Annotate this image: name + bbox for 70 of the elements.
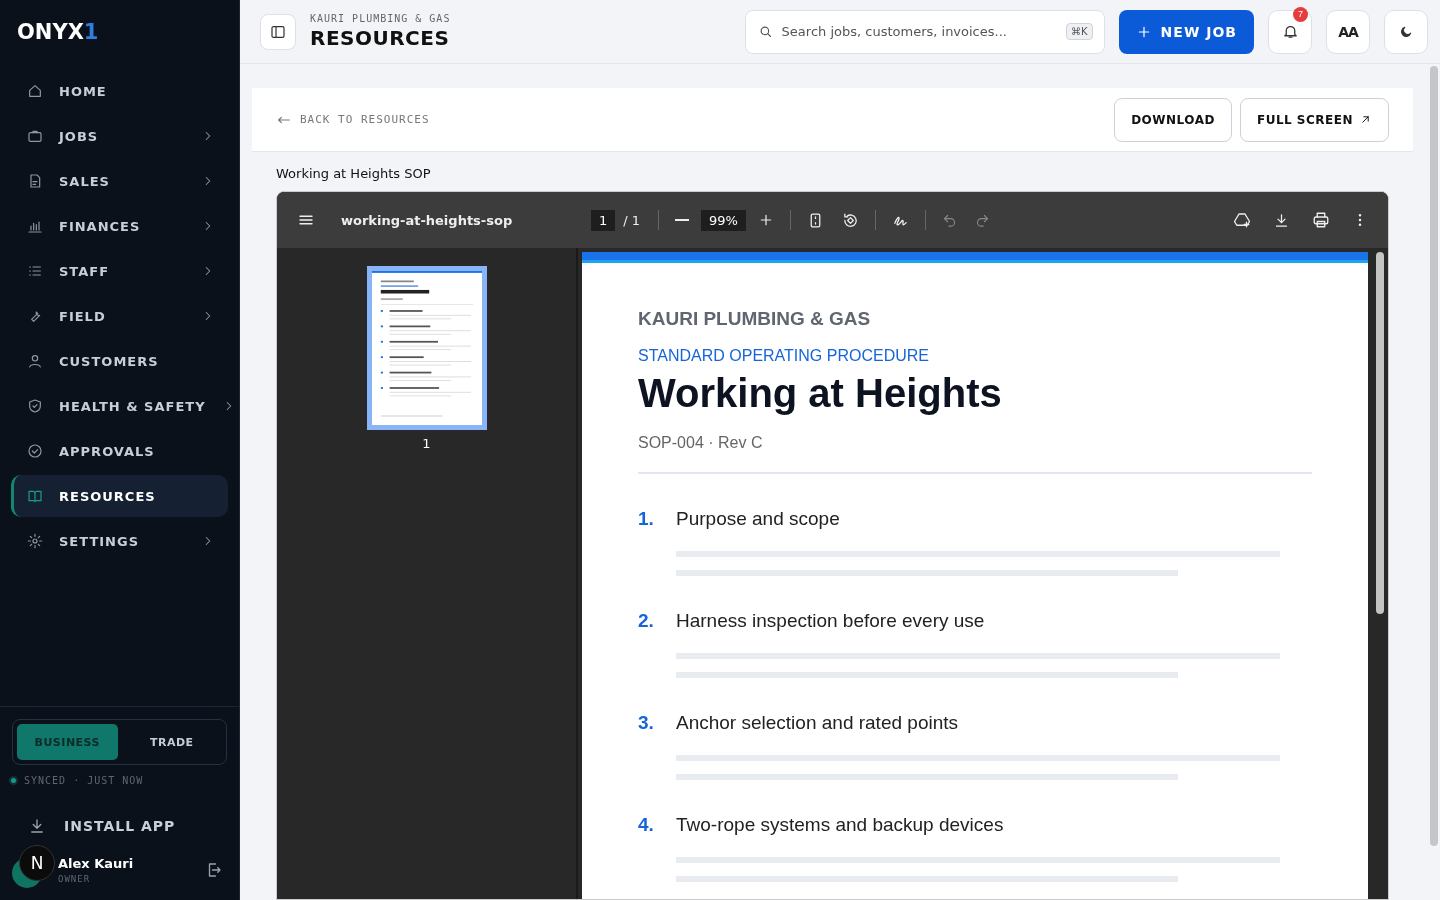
notifications-button[interactable]: 7	[1268, 9, 1312, 54]
document-type: STANDARD OPERATING PROCEDURE	[638, 347, 930, 365]
page-total: / 1	[623, 212, 641, 228]
plus-icon	[758, 212, 774, 228]
section-number: 3.	[638, 712, 655, 734]
section-title: Harness inspection before every use	[676, 610, 985, 632]
nav-item[interactable]: FIELD	[11, 295, 228, 337]
undo-icon	[942, 212, 957, 228]
nav-item[interactable]: RESOURCES	[11, 475, 228, 517]
bell-icon	[1281, 23, 1299, 40]
document-title: Working at Heights SOP	[275, 165, 432, 183]
document-icon	[27, 173, 43, 189]
back-link[interactable]: BACK TO RESOURCES	[276, 111, 430, 128]
nav-item[interactable]: FINANCES	[11, 205, 228, 247]
check-circle-icon	[27, 443, 43, 459]
section-number: 2.	[638, 610, 655, 632]
gear-icon	[27, 533, 43, 549]
text-size-button[interactable]: AA	[1326, 9, 1370, 54]
list-icon	[27, 263, 43, 279]
zoom-field[interactable]: 99%	[701, 209, 746, 231]
nav-item[interactable]: SALES	[11, 160, 228, 202]
full-screen-button[interactable]: FULL SCREEN	[1239, 97, 1389, 142]
install-app-link[interactable]: INSTALL APP	[12, 808, 227, 844]
shield-icon	[27, 398, 43, 414]
user-name: Alex Kauri	[58, 856, 135, 871]
download-icon	[28, 817, 46, 835]
status-dot	[9, 776, 18, 785]
section-title: Two-rope systems and backup devices	[676, 814, 1004, 836]
section-title: Anchor selection and rated points	[676, 712, 958, 734]
logo: ONYX1	[16, 19, 100, 46]
new-job-button[interactable]: NEW JOB	[1118, 9, 1254, 54]
home-icon	[27, 83, 43, 99]
nav-item[interactable]: JOBS	[11, 115, 228, 157]
dev-badge[interactable]: N	[19, 845, 55, 881]
thumbnail-page-number: 1	[422, 436, 431, 451]
file-name: working-at-heights-sop	[341, 212, 514, 228]
briefcase-icon	[27, 128, 43, 144]
section-number: 1.	[638, 508, 655, 530]
printer-icon	[1312, 211, 1330, 229]
sync-status: SYNCED · JUST NOW	[24, 775, 144, 786]
mode-tab[interactable]: TRADE	[121, 724, 222, 760]
nav-item[interactable]: CUSTOMERS	[11, 340, 228, 382]
dark-mode-button[interactable]	[1384, 9, 1428, 54]
rotate-icon	[842, 211, 859, 229]
nav-item[interactable]: HOME	[11, 70, 228, 112]
sidebar-icon	[270, 23, 286, 40]
document-heading: Working at Heights	[638, 371, 1003, 416]
drive-add-icon	[1233, 211, 1251, 229]
book-icon	[27, 488, 43, 504]
company-name: KAURI PLUMBING & GAS	[638, 308, 872, 330]
user-role: OWNER	[58, 874, 92, 884]
download-icon	[1273, 211, 1290, 229]
person-icon	[27, 353, 43, 369]
nav-item[interactable]: APPROVALS	[11, 430, 228, 472]
minus-icon	[675, 219, 690, 221]
nav-item[interactable]: HEALTH & SAFETY	[11, 385, 228, 427]
sidebar-toggle-button[interactable]	[260, 13, 296, 50]
org-name: KAURI PLUMBING & GAS	[310, 13, 451, 24]
notification-badge: 7	[1293, 6, 1308, 22]
page-number-field[interactable]: 1	[591, 209, 616, 231]
moon-icon	[1399, 24, 1413, 39]
redo-icon	[975, 212, 990, 228]
section-number: 4.	[638, 814, 655, 836]
document-code: SOP-004 · Rev C	[638, 434, 764, 452]
page-title: RESOURCES	[310, 26, 451, 50]
external-arrow-icon	[1359, 113, 1372, 126]
section-title: Purpose and scope	[676, 508, 840, 530]
nav-item[interactable]: STAFF	[11, 250, 228, 292]
download-button[interactable]: DOWNLOAD	[1114, 97, 1232, 142]
nav-item[interactable]: SETTINGS	[11, 520, 228, 562]
